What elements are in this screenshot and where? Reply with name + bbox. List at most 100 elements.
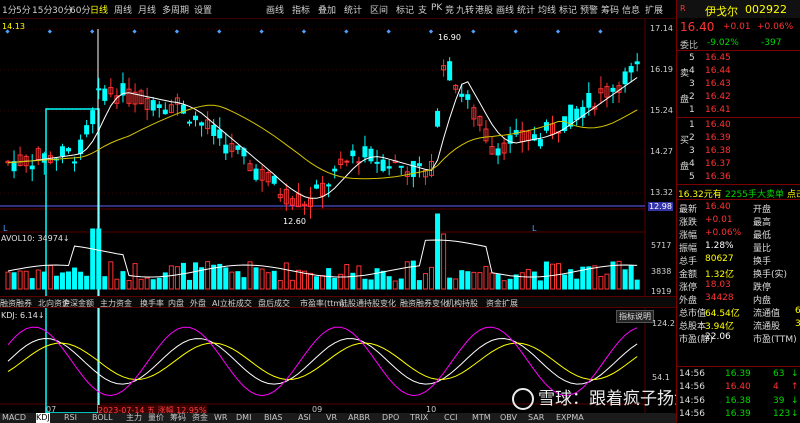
kline-chart[interactable] [0, 19, 676, 413]
toolbar-item-5min[interactable]: 5分 [16, 3, 31, 16]
stat-row: 总股本 3.94亿 流通股 3 [679, 319, 800, 332]
volume-bar [217, 263, 223, 290]
indicator-tab[interactable]: ARBR [348, 413, 370, 423]
candle-body [416, 163, 422, 167]
tab-ai-volume[interactable]: AI立桩成交 [212, 298, 252, 309]
indicator-tab[interactable]: EXPMA [556, 413, 584, 423]
candle-body [326, 184, 332, 187]
indicator-tab[interactable]: MACD [2, 413, 26, 423]
sell-order-row[interactable]: 1 16.41 [677, 104, 800, 117]
volume-bar [168, 265, 174, 290]
tab-hk-connect-change[interactable]: 陆股通持股变化 [340, 298, 396, 309]
sell-order-row[interactable]: 卖 4 16.44 [677, 65, 800, 79]
indicator-tab[interactable]: BOLL [92, 413, 113, 423]
stat-row: 总市值 64.54亿 流通值 6 [679, 306, 800, 319]
candle-body [41, 153, 47, 163]
toolbar-item-hk[interactable]: 港股 [475, 3, 493, 16]
volume-bar [114, 278, 120, 290]
toolbar-item-60min[interactable]: 60分 [70, 3, 90, 16]
toolbar-item-chips[interactable]: 筹码 [601, 3, 619, 16]
indicator-tab[interactable]: RSI [64, 413, 77, 423]
indicator-tab[interactable]: 筹码 [170, 413, 186, 423]
weibi-row: 委比 -9.02% -397 [680, 38, 782, 51]
kdj-axis-label: 54.1 [652, 373, 670, 382]
toolbar-item-monthly[interactable]: 月线 [138, 3, 156, 16]
price-axis-label: 15.24 [650, 106, 673, 115]
signal-marker [386, 29, 391, 34]
indicator-tab[interactable]: BIAS [264, 413, 282, 423]
toolbar-item-indicators[interactable]: 指标 [292, 3, 310, 16]
tab-turnover[interactable]: 换手率 [140, 298, 164, 309]
indicator-tab[interactable]: 资金 [192, 413, 208, 423]
sell-order-row[interactable]: 3 16.43 [677, 78, 800, 91]
indicator-tab[interactable]: OBV [500, 413, 517, 423]
indicator-help-button[interactable]: 指标说明 [616, 310, 654, 323]
indicator-tab[interactable]: VR [326, 413, 337, 423]
tab-inner-vol[interactable]: 内盘 [168, 298, 184, 309]
sell-order-row[interactable]: 5 16.45 [677, 52, 800, 65]
indicator-tab[interactable]: TRIX [410, 413, 428, 423]
indicator-tab[interactable]: WR [214, 413, 227, 423]
buy-order-row[interactable]: 3 16.38 [677, 145, 800, 158]
toolbar-item-settings[interactable]: 设置 [194, 3, 212, 16]
stat-row: 外盘 34428 内盘 [679, 293, 772, 306]
indicator-tab[interactable]: SAR [528, 413, 544, 423]
toolbar-item-pk[interactable]: PK [431, 3, 442, 13]
tab-margin-change[interactable]: 融资融券变化 [400, 298, 448, 309]
tab-margin-trading[interactable]: 融资融券 [0, 298, 32, 309]
volume-bar [96, 228, 102, 290]
indicator-tab[interactable]: ASI [298, 413, 311, 423]
toolbar-item-alert[interactable]: 预警 [580, 3, 598, 16]
tab-main-capital[interactable]: 主力资金 [100, 298, 132, 309]
indicator-tab[interactable]: 主力 [126, 413, 142, 423]
candle-body [59, 146, 65, 157]
toolbar-item-info[interactable]: 信息 [622, 3, 640, 16]
price-change: +0.01 [723, 22, 751, 32]
toolbar-item-15min[interactable]: 15分 [32, 3, 52, 16]
toolbar-item-drawing[interactable]: 画线 [496, 3, 514, 16]
buy-order-row[interactable]: 5 16.36 [677, 171, 800, 184]
tab-pe-ttm[interactable]: 市盈率(ttm) [300, 298, 344, 309]
toolbar-item-nine-turn[interactable]: 九转 [456, 3, 474, 16]
indicator-tab[interactable]: CCI [444, 413, 458, 423]
indicator-tab[interactable]: KDJ [36, 413, 50, 423]
price-axis-label: 16.19 [650, 65, 673, 74]
toolbar-item-statistics[interactable]: 统计 [517, 3, 535, 16]
tab-outer-vol[interactable]: 外盘 [190, 298, 206, 309]
indicator-tab[interactable]: 量价 [148, 413, 164, 423]
volume-bar [519, 272, 525, 290]
candle-body [211, 124, 217, 136]
volume-bar [211, 264, 217, 290]
toolbar-item-extend[interactable]: 扩展 [645, 3, 663, 16]
indicator-tab[interactable]: DMI [236, 413, 251, 423]
indicator-tab[interactable]: MTM [472, 413, 491, 423]
volume-bar [550, 263, 555, 290]
tab-capital-extend[interactable]: 资金扩展 [486, 298, 518, 309]
toolbar-item-mark[interactable]: 标记 [396, 3, 414, 16]
toolbar-item-marker[interactable]: 标记 [559, 3, 577, 16]
toolbar-item-stats[interactable]: 统计 [344, 3, 362, 16]
tab-after-hours[interactable]: 盘后成交 [258, 298, 290, 309]
stock-code: 002922 [745, 3, 787, 16]
buy-order-row[interactable]: 盘 4 16.37 [677, 158, 800, 172]
tab-institution[interactable]: 机构持股 [446, 298, 478, 309]
tab-sh-sz-amount[interactable]: 沪深金额 [62, 298, 94, 309]
volume-bar [459, 270, 465, 290]
sell-order-row[interactable]: 盘 2 16.42 [677, 91, 800, 105]
toolbar-item-auction[interactable]: 竞 [445, 3, 454, 16]
volume-bar [150, 279, 156, 290]
toolbar-item-1min[interactable]: 1分 [2, 3, 17, 16]
volume-bar [271, 270, 277, 290]
toolbar-item-range[interactable]: 区间 [370, 3, 388, 16]
buy-order-row[interactable]: 1 16.40 [677, 119, 800, 132]
toolbar-item-overlay[interactable]: 叠加 [318, 3, 336, 16]
buy-order-row[interactable]: 买 2 16.39 [677, 132, 800, 146]
big-order-bar[interactable]: 16.32元有 2255手 大卖单 点击 [677, 186, 800, 200]
toolbar-item-ma[interactable]: 均线 [538, 3, 556, 16]
toolbar-item-multi-period[interactable]: 多周期 [162, 3, 189, 16]
indicator-tab[interactable]: DPO [382, 413, 399, 423]
toolbar-item-weekly[interactable]: 周线 [114, 3, 132, 16]
toolbar-item-support[interactable]: 支 [418, 3, 427, 16]
toolbar-item-draw[interactable]: 画线 [266, 3, 284, 16]
toolbar-item-daily[interactable]: 日线 [90, 3, 108, 16]
